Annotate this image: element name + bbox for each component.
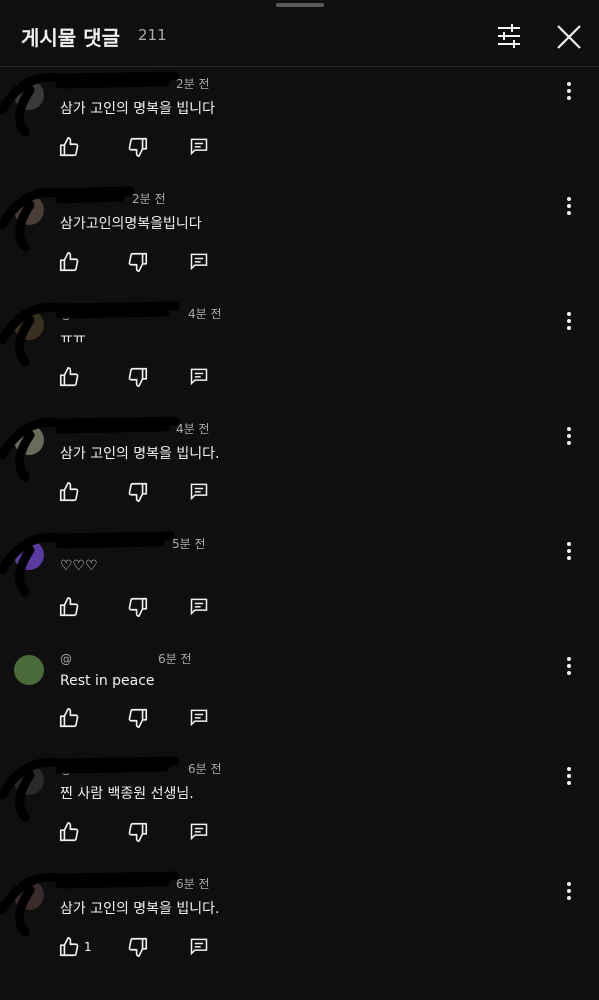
comment-item: 5분 전 ♡♡♡ [0,530,599,640]
more-vert-icon[interactable] [560,879,578,903]
comment-meta: 2분 전 [60,190,166,207]
comment-meta: 5분 전 [60,535,206,552]
comment-actions [58,596,228,620]
comment-text: ♡♡♡ [60,558,98,574]
thumb-down-icon[interactable] [127,136,151,160]
thumb-down-icon[interactable] [127,707,151,731]
comment-item: @6분 전 Rest in peace [0,645,599,755]
comment-item: 4분 전삼가 고인의 명복을 빕니다. [0,415,599,525]
avatar[interactable] [14,540,44,570]
comment-meta: @6분 전 [60,760,222,777]
comment-author[interactable]: @ [60,652,72,666]
more-vert-icon[interactable] [560,424,578,448]
comment-author[interactable]: @ [60,307,72,321]
comment-actions: 1 [58,936,228,960]
comment-timestamp: 6분 전 [176,877,210,891]
avatar[interactable] [14,80,44,110]
comment-timestamp: 4분 전 [188,307,222,321]
avatar[interactable] [14,880,44,910]
comment-meta: @4분 전 [60,305,222,322]
thumb-up-icon[interactable] [58,366,82,390]
thumb-up-icon[interactable] [58,251,82,275]
thumb-down-icon[interactable] [127,481,151,505]
comment-timestamp: 5분 전 [172,537,206,551]
close-icon[interactable] [553,21,585,53]
comment-actions [58,481,228,505]
comment-actions [58,251,228,275]
thumb-down-icon[interactable] [127,821,151,845]
comment-timestamp: 6분 전 [188,762,222,776]
thumb-up-icon[interactable] [58,596,82,620]
reply-icon[interactable] [189,707,213,731]
more-vert-icon[interactable] [560,309,578,333]
panel-title: 게시물 댓글 [21,26,120,50]
reply-icon[interactable] [189,936,213,960]
avatar[interactable] [14,765,44,795]
comment-text: ㅠㅠ [60,331,86,347]
comment-item: 2분 전삼가고인의명복을빕니다 [0,185,599,295]
reply-icon[interactable] [189,136,213,160]
more-vert-icon[interactable] [560,79,578,103]
comment-actions [58,707,228,731]
reply-icon[interactable] [189,251,213,275]
comment-text: 삼가 고인의 명복을 빕니다. [60,901,220,917]
avatar[interactable] [14,310,44,340]
avatar[interactable] [14,655,44,685]
more-vert-icon[interactable] [560,764,578,788]
thumb-down-icon[interactable] [127,936,151,960]
comment-text: Rest in peace [60,673,155,689]
thumb-down-icon[interactable] [127,251,151,275]
comment-item: @6분 전찐 사람 백종원 선생님. [0,755,599,865]
thumb-down-icon[interactable] [127,596,151,620]
reply-icon[interactable] [189,481,213,505]
comment-actions [58,136,228,160]
avatar[interactable] [14,425,44,455]
comment-item: 2분 전삼가 고인의 명복을 빕니다 [0,70,599,180]
more-vert-icon[interactable] [560,539,578,563]
comment-text: 삼가 고인의 명복을 빕니다 [60,101,216,117]
comment-timestamp: 4분 전 [176,422,210,436]
comment-count: 211 [138,26,167,44]
reply-icon[interactable] [189,366,213,390]
comment-timestamp: 2분 전 [132,192,166,206]
thumb-up-icon[interactable] [58,936,82,960]
comment-meta: 6분 전 [60,875,210,892]
comment-author[interactable]: @ [60,762,72,776]
like-count: 1 [84,940,92,954]
comment-meta: 4분 전 [60,420,210,437]
comment-text: 찐 사람 백종원 선생님. [60,786,194,802]
thumb-up-icon[interactable] [58,136,82,160]
comment-actions [58,821,228,845]
thumb-up-icon[interactable] [58,481,82,505]
comment-meta: @6분 전 [60,650,192,667]
reply-icon[interactable] [189,821,213,845]
thumb-up-icon[interactable] [58,707,82,731]
comment-timestamp: 6분 전 [158,652,192,666]
avatar[interactable] [14,195,44,225]
comment-item: 6분 전삼가 고인의 명복을 빕니다. 1 [0,870,599,980]
more-vert-icon[interactable] [560,654,578,678]
comments-header: 게시물 댓글 211 [0,0,599,67]
comment-timestamp: 2분 전 [176,77,210,91]
more-vert-icon[interactable] [560,194,578,218]
thumb-down-icon[interactable] [127,366,151,390]
comment-actions [58,366,228,390]
comment-text: 삼가 고인의 명복을 빕니다. [60,446,220,462]
comment-meta: 2분 전 [60,75,210,92]
comment-text: 삼가고인의명복을빕니다 [60,216,202,232]
thumb-up-icon[interactable] [58,821,82,845]
tune-icon[interactable] [494,22,524,50]
reply-icon[interactable] [189,596,213,620]
comment-item: @4분 전 ㅠㅠ [0,300,599,410]
